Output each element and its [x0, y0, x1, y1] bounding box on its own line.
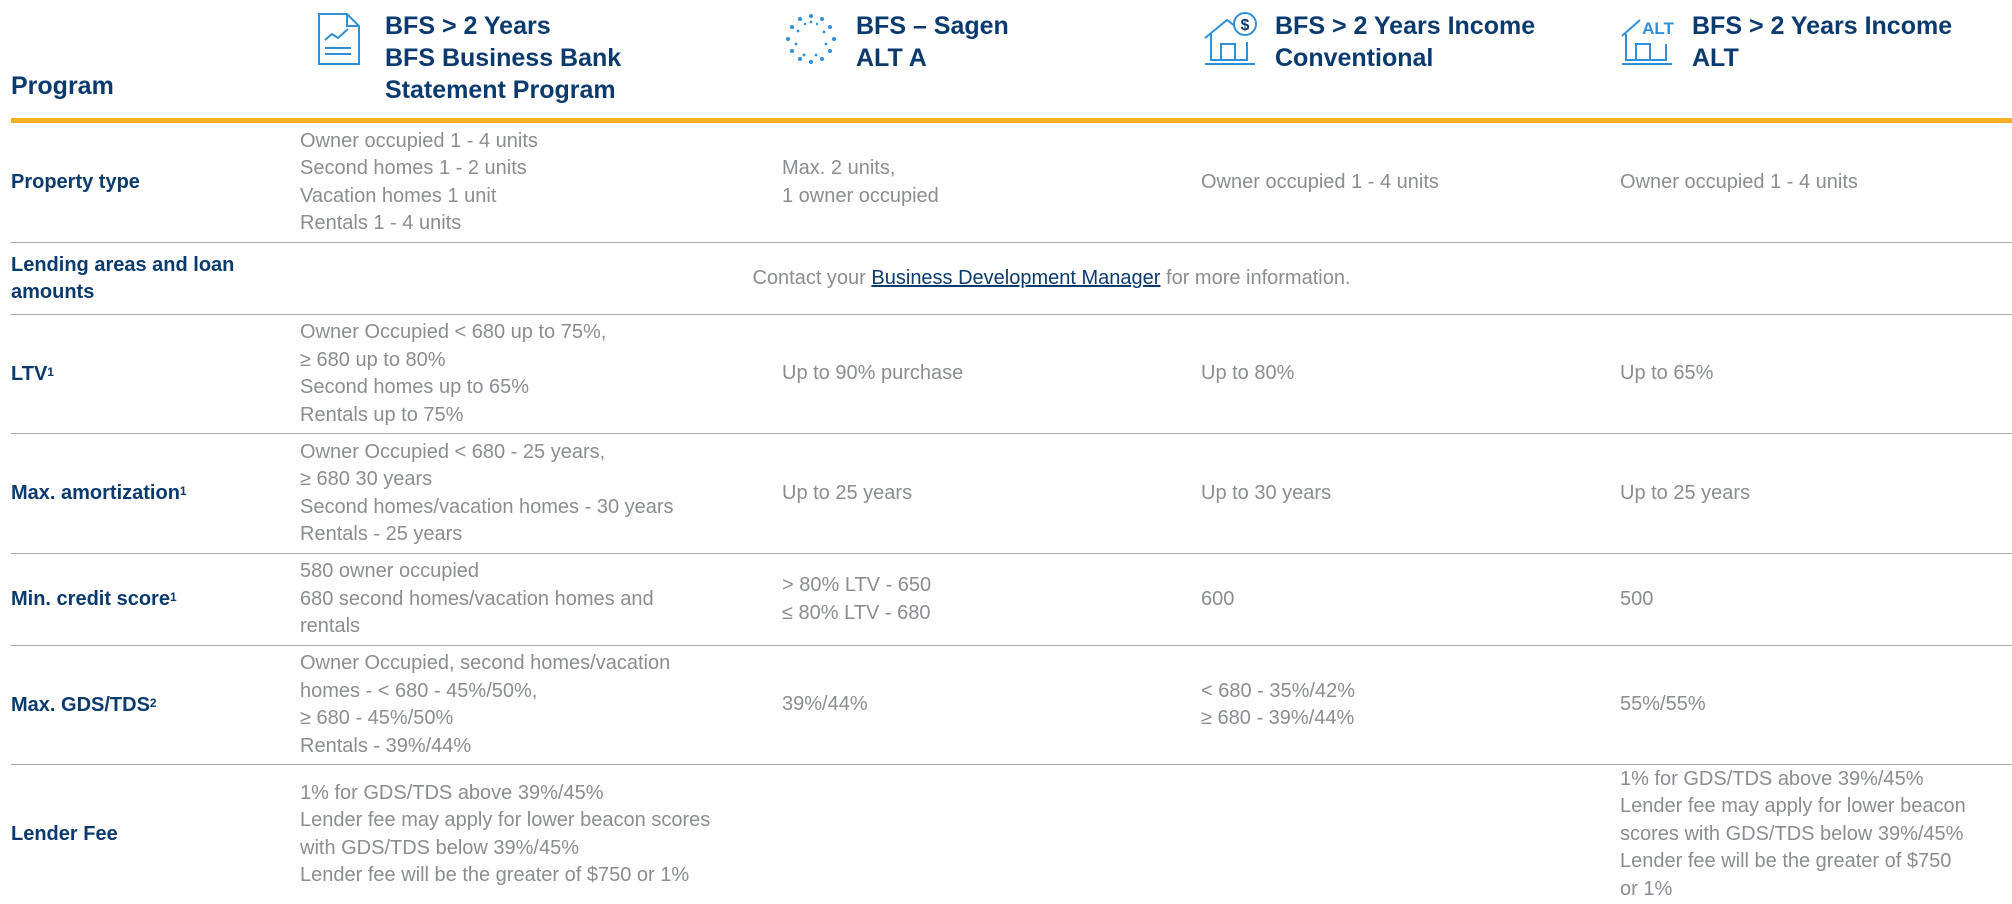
- dotted-circle-logo-icon: [786, 14, 836, 64]
- column-title-line: ALT A: [856, 44, 927, 72]
- bank-statement-icon: [318, 13, 360, 65]
- column-title-line: Conventional: [1275, 44, 1434, 72]
- house-alt-icon: ALT: [1621, 19, 1675, 65]
- column-title-line: BFS Business Bank: [385, 44, 622, 72]
- table-cell: < 680 - 35%/42% ≥ 680 - 39%/44%: [1201, 679, 1355, 730]
- table-cell: 1% for GDS/TDS above 39%/45% Lender fee m…: [1620, 767, 1966, 900]
- table-cell: 580 owner occupied 680 second homes/vacat…: [300, 560, 654, 638]
- row-label: Max. GDS/TDS 2: [11, 693, 157, 716]
- table-cell: 500: [1620, 587, 1654, 610]
- table-cell: Up to 90% purchase: [782, 362, 964, 385]
- table-cell: 1% for GDS/TDS above 39%/45% Lender fee m…: [300, 781, 711, 887]
- table-row-max-gds-tds: Max. GDS/TDS 2 Owner Occupied, second hom…: [11, 646, 2012, 765]
- column-header-income-alt: ALT BFS > 2 Years Income ALT: [1618, 10, 1952, 74]
- table-row-lender-fee: Lender Fee 1% for GDS/TDS above 39%/45% L…: [11, 765, 2012, 904]
- row-label: Property type: [11, 171, 140, 193]
- table-cell: 55%/55%: [1620, 693, 1706, 716]
- column-title-line: Statement Program: [385, 76, 616, 104]
- table-cell: Owner Occupied < 680 - 25 years, ≥ 680 30…: [300, 440, 674, 546]
- column-title-line: BFS > 2 Years Income: [1275, 12, 1536, 40]
- table-cell: Up to 30 years: [1201, 481, 1332, 504]
- program-column-label: Program: [11, 72, 114, 100]
- business-development-manager-link[interactable]: Business Development Manager: [871, 267, 1160, 289]
- table-row-ltv: LTV 1 Owner Occupied < 680 up to 75%, ≥ 68…: [11, 315, 2012, 434]
- table-cell: Owner occupied 1 - 4 units: [1201, 170, 1439, 193]
- row-label: Lender Fee: [11, 823, 118, 845]
- column-header-bank-statement: BFS > 2 Years BFS Business Bank Statemen…: [311, 10, 621, 106]
- row-label: LTV 1: [11, 362, 54, 385]
- table-header: Program BFS > 2 Years BFS Business Bank …: [0, 0, 2012, 122]
- table-cell: Owner Occupied, second homes/vacation hom…: [300, 652, 671, 757]
- svg-text:$: $: [1241, 17, 1250, 34]
- table-cell: 600: [1201, 587, 1235, 610]
- table-cell: Up to 80%: [1201, 362, 1295, 385]
- row-label: Max. amortization 1: [11, 482, 187, 504]
- table-cell: Up to 65%: [1620, 362, 1714, 385]
- table-row-max-amortization: Max. amortization 1 Owner Occupied < 680 …: [11, 434, 2012, 554]
- row-label: Min. credit score 1: [11, 588, 177, 610]
- svg-text:ALT: ALT: [1642, 19, 1674, 38]
- table-cell: Owner Occupied < 680 up to 75%, ≥ 680 up …: [300, 321, 607, 426]
- column-title-line: BFS > 2 Years: [385, 12, 551, 40]
- column-header-sagen: BFS – Sagen ALT A: [782, 10, 1009, 74]
- column-title-line: BFS > 2 Years Income: [1692, 12, 1953, 40]
- program-comparison-table: Program BFS > 2 Years BFS Business Bank …: [0, 0, 2012, 904]
- column-header-income-conventional: $ BFS > 2 Years Income Conventional: [1201, 10, 1535, 74]
- table-cell: > 80% LTV - 650 ≤ 80% LTV - 680: [782, 574, 932, 624]
- table-row-property-type: Property type Owner occupied 1 - 4 units…: [11, 123, 2012, 243]
- house-dollar-icon: $: [1204, 12, 1257, 65]
- table-cell: Owner occupied 1 - 4 units: [1620, 170, 1858, 193]
- table-cell: Owner occupied 1 - 4 units Second homes 1…: [300, 129, 538, 235]
- table-cell: 39%/44%: [782, 693, 868, 716]
- column-title-line: BFS – Sagen: [856, 12, 1009, 40]
- table-cell: Up to 25 years: [782, 481, 913, 504]
- table-cell-span: Contact your Business Development Manage…: [752, 266, 1351, 289]
- table-cell: Max. 2 units, 1 owner occupied: [782, 157, 939, 207]
- table-row-lending-areas: Lending areas and loan amounts Contact y…: [11, 243, 2012, 315]
- table-row-min-credit-score: Min. credit score 1 580 owner occupied 680…: [11, 554, 2012, 646]
- column-title-line: ALT: [1692, 44, 1739, 72]
- table-cell: Up to 25 years: [1620, 481, 1751, 504]
